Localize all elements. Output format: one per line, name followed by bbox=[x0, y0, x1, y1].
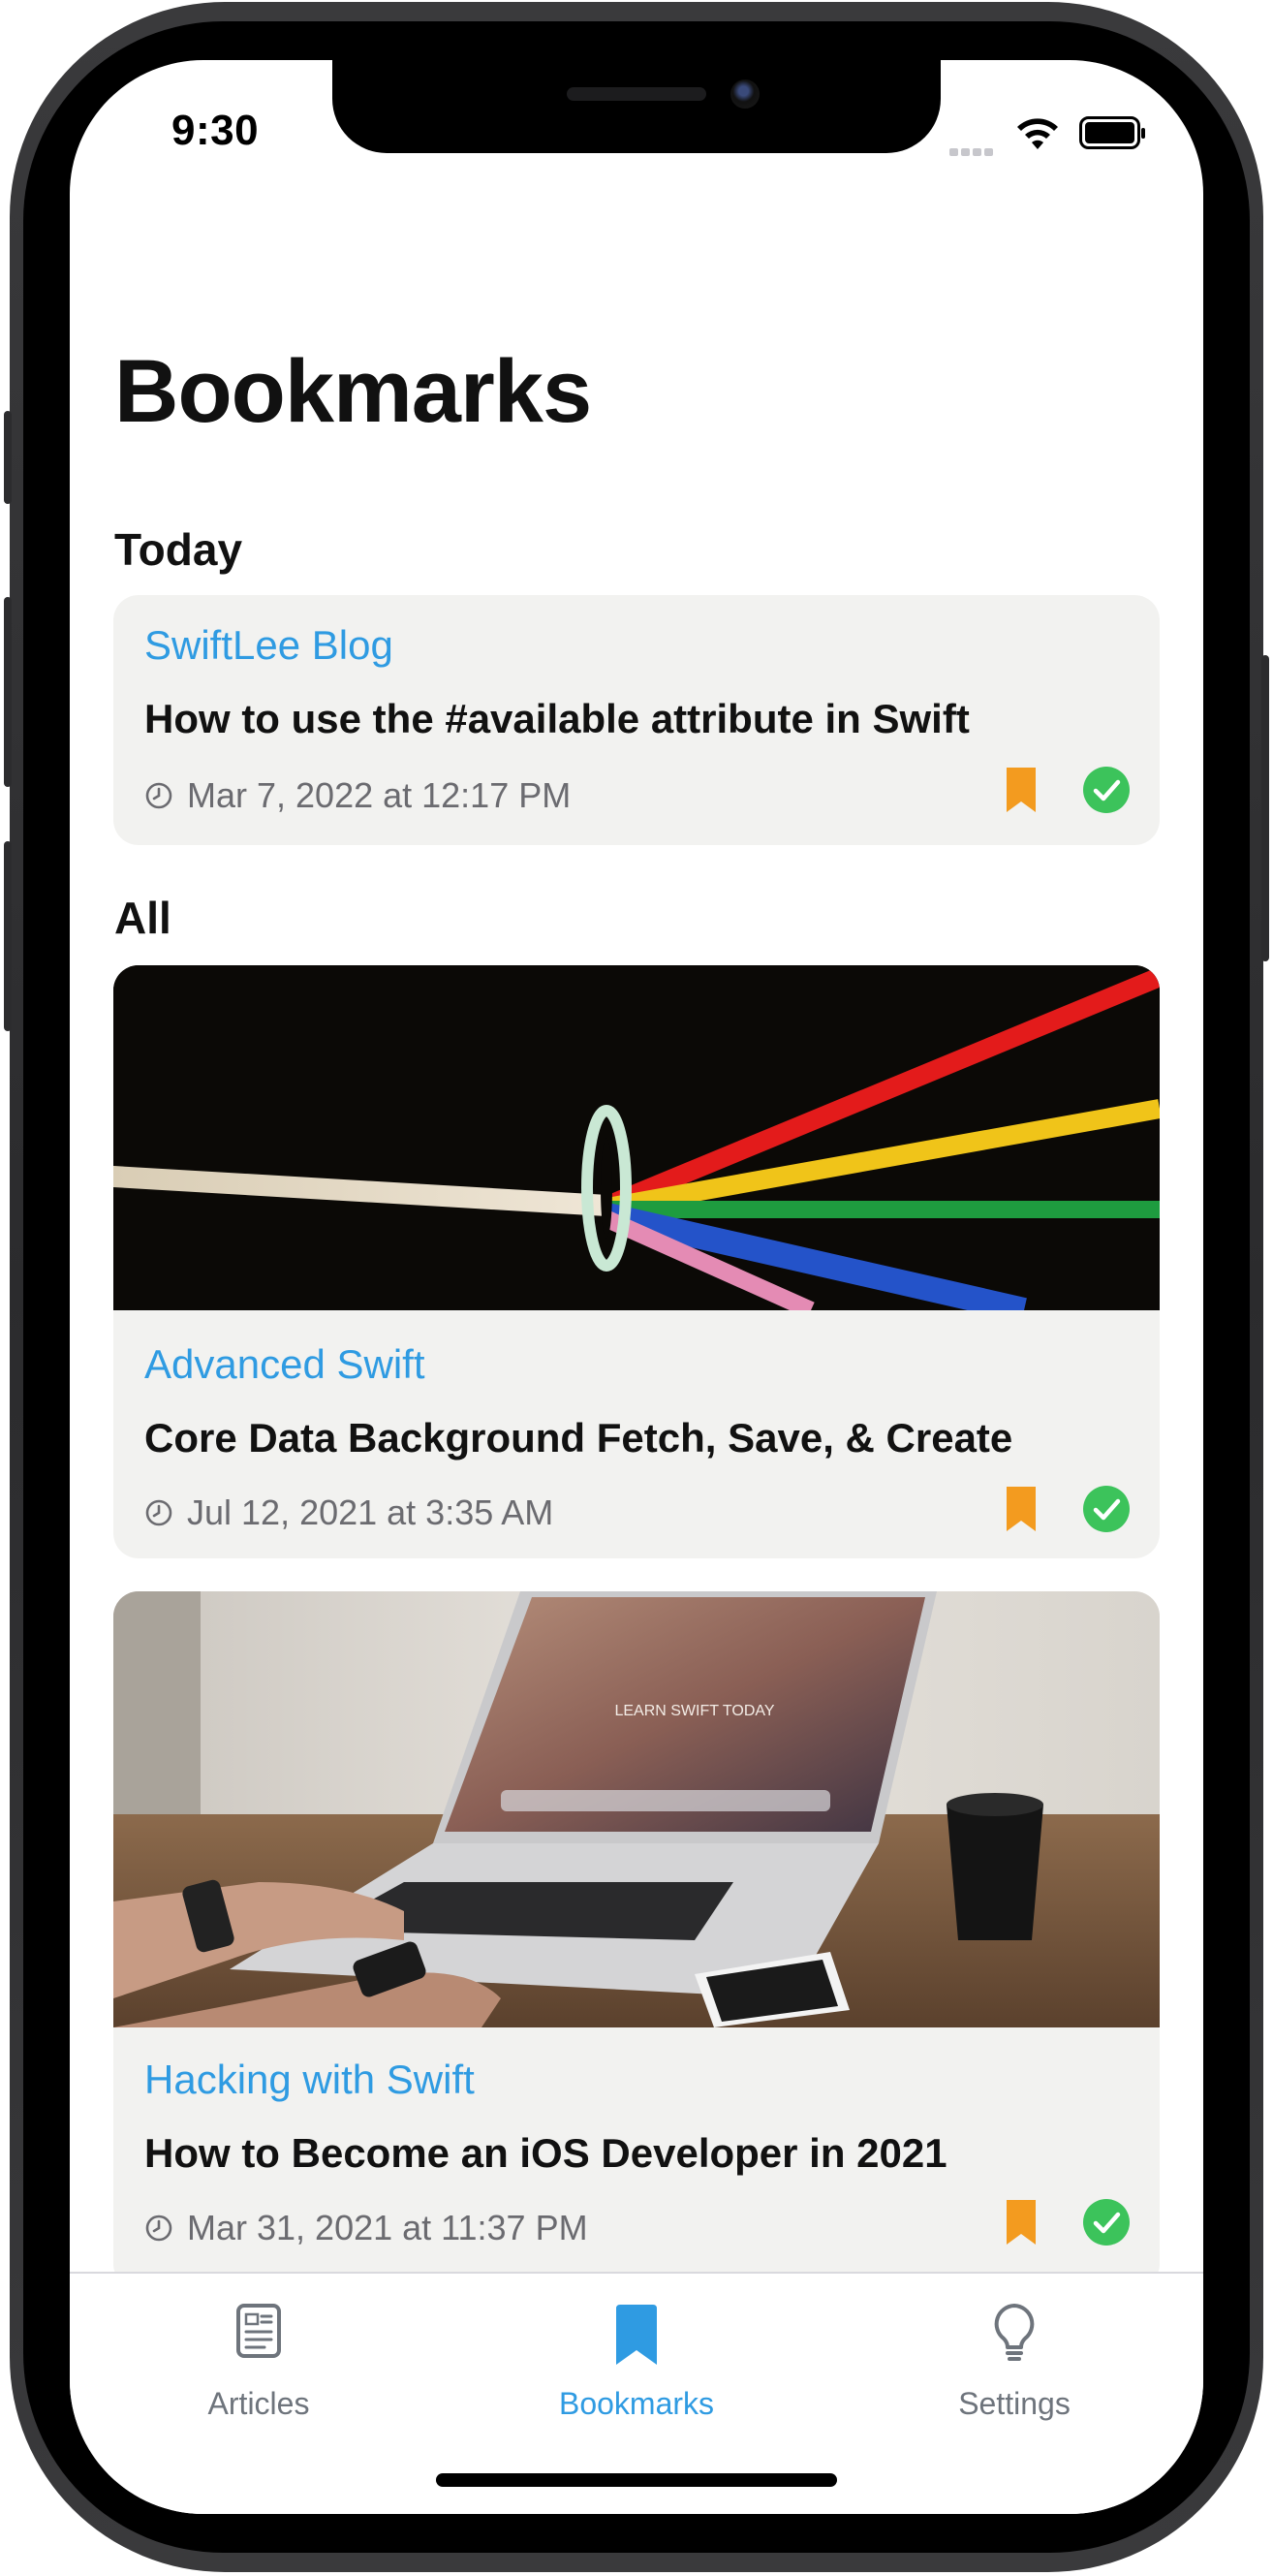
clock-icon bbox=[145, 782, 172, 809]
card-body: Advanced Swift Core Data Background Fetc… bbox=[113, 1310, 1160, 1558]
newspaper-icon bbox=[236, 2304, 281, 2358]
earpiece-speaker bbox=[567, 87, 706, 101]
clock-icon bbox=[145, 2215, 172, 2242]
page-title: Bookmarks bbox=[114, 342, 592, 441]
card-source: Advanced Swift bbox=[144, 1341, 425, 1387]
tab-bookmarks[interactable]: Bookmarks bbox=[448, 2274, 825, 2458]
card-title: Core Data Background Fetch, Save, & Crea… bbox=[144, 1415, 1013, 1461]
card-image-threads bbox=[113, 965, 1160, 1310]
card-meta: Mar 31, 2021 at 11:37 PM bbox=[144, 2208, 588, 2248]
bookmark-icon[interactable] bbox=[1005, 766, 1038, 814]
lightbulb-icon bbox=[994, 2304, 1035, 2361]
wifi-icon bbox=[1017, 118, 1058, 149]
card-title: How to use the #available attribute in S… bbox=[144, 696, 970, 741]
cellular-signal-icon bbox=[949, 143, 996, 161]
card-source: Hacking with Swift bbox=[144, 2057, 475, 2102]
power-button bbox=[1261, 655, 1269, 961]
notch bbox=[332, 60, 941, 153]
card-meta: Jul 12, 2021 at 3:35 AM bbox=[144, 1492, 553, 1533]
tab-label: Articles bbox=[207, 2386, 310, 2421]
card-date: Mar 7, 2022 at 12:17 PM bbox=[187, 775, 572, 815]
section-title-today: Today bbox=[114, 524, 243, 575]
battery-icon bbox=[1079, 116, 1145, 149]
card-meta: Mar 7, 2022 at 12:17 PM bbox=[144, 775, 571, 816]
volume-up-button bbox=[4, 597, 12, 787]
laptop-image: LEARN SWIFT TODAY bbox=[113, 1591, 1160, 2027]
read-check-icon[interactable] bbox=[1082, 2198, 1131, 2246]
bookmark-icon bbox=[616, 2305, 657, 2365]
tab-label: Settings bbox=[958, 2386, 1071, 2421]
clock-icon bbox=[145, 1499, 172, 1526]
card-date: Jul 12, 2021 at 3:35 AM bbox=[187, 1492, 554, 1532]
bookmark-card[interactable]: LEARN SWIFT TODAY Hacking with Swift How… bbox=[113, 1591, 1160, 2289]
home-indicator[interactable] bbox=[436, 2473, 837, 2487]
silent-switch bbox=[4, 411, 12, 504]
card-source: SwiftLee Blog bbox=[144, 622, 393, 668]
card-image-laptop: LEARN SWIFT TODAY bbox=[113, 1591, 1160, 2027]
bookmark-card[interactable]: SwiftLee Blog How to use the #available … bbox=[113, 595, 1160, 845]
laptop-screen-text: LEARN SWIFT TODAY bbox=[614, 1703, 774, 1719]
card-date: Mar 31, 2021 at 11:37 PM bbox=[187, 2208, 588, 2247]
threads-image bbox=[113, 965, 1160, 1310]
read-check-icon[interactable] bbox=[1082, 1485, 1131, 1533]
read-check-icon[interactable] bbox=[1082, 766, 1131, 814]
screen: 9:30 Bookmarks Today SwiftLee Blog How t… bbox=[70, 60, 1203, 2514]
tab-settings[interactable]: Settings bbox=[825, 2274, 1203, 2458]
tab-label: Bookmarks bbox=[558, 2386, 715, 2421]
bookmark-card[interactable]: Advanced Swift Core Data Background Fetc… bbox=[113, 965, 1160, 1558]
section-title-all: All bbox=[114, 893, 171, 943]
volume-down-button bbox=[4, 841, 12, 1031]
bookmark-icon[interactable] bbox=[1005, 1485, 1038, 1533]
card-title: How to Become an iOS Developer in 2021 bbox=[144, 2130, 947, 2176]
status-time: 9:30 bbox=[171, 107, 260, 154]
card-body: Hacking with Swift How to Become an iOS … bbox=[113, 2027, 1160, 2289]
tab-articles[interactable]: Articles bbox=[70, 2274, 448, 2458]
card-body: SwiftLee Blog How to use the #available … bbox=[113, 595, 1160, 845]
front-camera bbox=[730, 79, 760, 109]
bookmark-icon[interactable] bbox=[1005, 2198, 1038, 2246]
